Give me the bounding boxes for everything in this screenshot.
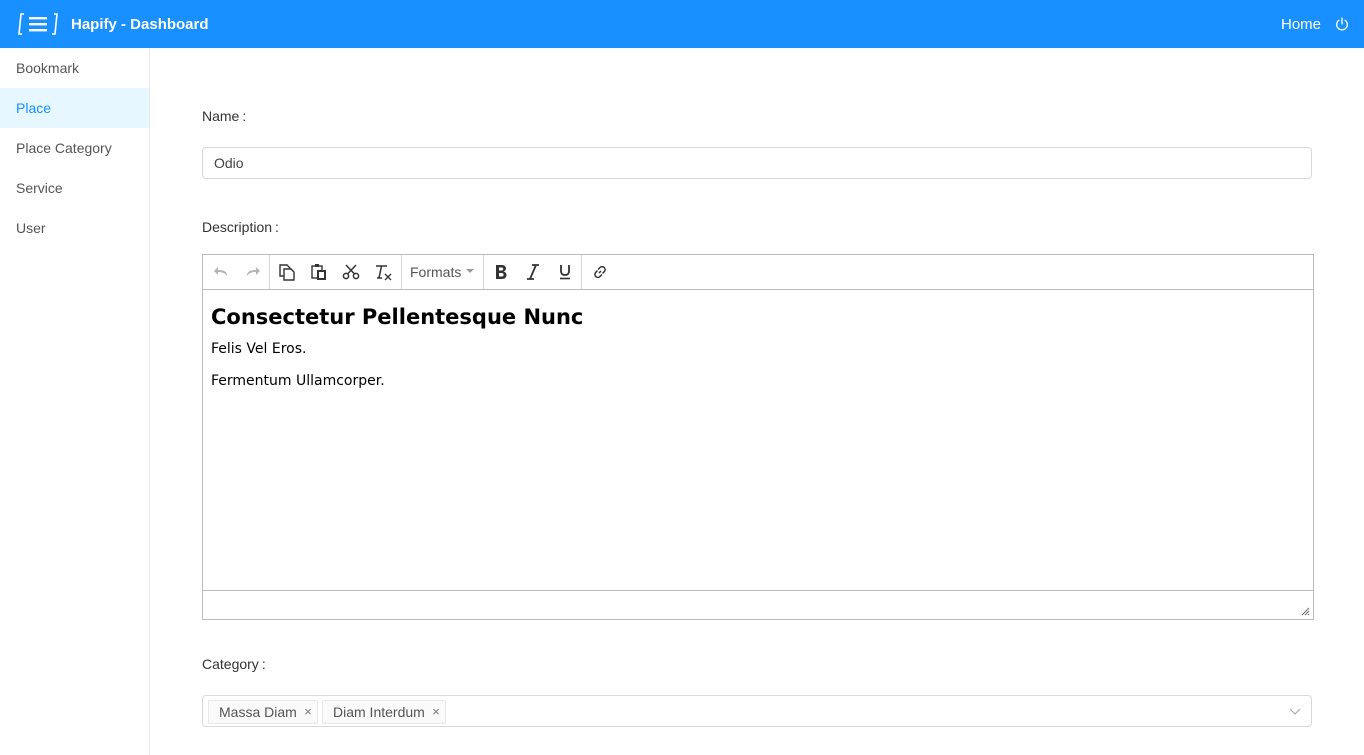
caret-down-icon (466, 269, 475, 274)
clipboard-group (270, 255, 402, 289)
link-icon[interactable] (589, 262, 611, 282)
name-label-text: Name (202, 108, 240, 124)
category-label-text: Category (202, 656, 259, 672)
paste-icon[interactable] (308, 262, 330, 282)
remove-tag-icon[interactable]: × (432, 701, 440, 723)
formats-dropdown[interactable]: Formats (410, 264, 475, 280)
menu-icon[interactable] (18, 12, 60, 36)
text-style-group (484, 255, 582, 289)
chevron-down-icon[interactable] (1289, 706, 1301, 716)
editor-toolbar: Formats (203, 255, 1313, 290)
cut-icon[interactable] (340, 262, 362, 282)
sidebar: Bookmark Place Place Category Service Us… (0, 48, 150, 755)
italic-icon[interactable] (522, 262, 544, 282)
copy-icon[interactable] (276, 262, 298, 282)
resize-handle-icon[interactable] (1301, 607, 1310, 616)
editor-statusbar (203, 590, 1313, 619)
category-tag: Diam Interdum × (322, 700, 446, 724)
power-icon[interactable] (1335, 17, 1349, 31)
category-select[interactable]: Massa Diam × Diam Interdum × (202, 695, 1312, 727)
sidebar-item-place-category[interactable]: Place Category (0, 128, 149, 168)
home-link[interactable]: Home (1281, 16, 1321, 33)
formats-label: Formats (410, 264, 462, 280)
editor-content[interactable]: Consectetur Pellentesque Nunc Felis Vel … (203, 290, 1313, 590)
tag-label: Massa Diam (219, 704, 297, 720)
clear-formatting-icon[interactable] (372, 262, 394, 282)
name-label-colon: : (242, 108, 247, 124)
sidebar-item-user[interactable]: User (0, 208, 149, 248)
app-title: Hapify - Dashboard (71, 16, 209, 33)
description-label-text: Description (202, 219, 273, 235)
content-paragraph: Felis Vel Eros. (211, 341, 307, 358)
content-paragraph: Fermentum Ullamcorper. (211, 372, 385, 389)
link-group (582, 255, 618, 289)
name-label: Name: (202, 108, 246, 124)
sidebar-item-service[interactable]: Service (0, 168, 149, 208)
content-heading: Consectetur Pellentesque Nunc (211, 305, 584, 329)
sidebar-item-place[interactable]: Place (0, 88, 149, 128)
bold-icon[interactable] (490, 262, 512, 282)
description-label-colon: : (275, 219, 279, 235)
history-group (203, 255, 270, 289)
category-tag: Massa Diam × (208, 700, 318, 724)
rich-text-editor: Formats Consectetur Pellentesque Nunc Fe… (202, 254, 1314, 620)
top-bar: Hapify - Dashboard Home (0, 0, 1364, 48)
formats-group: Formats (402, 255, 484, 289)
remove-tag-icon[interactable]: × (304, 701, 312, 723)
category-label: Category: (202, 656, 266, 672)
undo-icon[interactable] (210, 262, 232, 282)
description-label: Description: (202, 219, 279, 235)
underline-icon[interactable] (554, 262, 576, 282)
tag-label: Diam Interdum (333, 704, 425, 720)
sidebar-item-bookmark[interactable]: Bookmark (0, 48, 149, 88)
name-input[interactable] (202, 147, 1312, 179)
redo-icon[interactable] (242, 262, 264, 282)
category-label-colon: : (261, 656, 266, 672)
